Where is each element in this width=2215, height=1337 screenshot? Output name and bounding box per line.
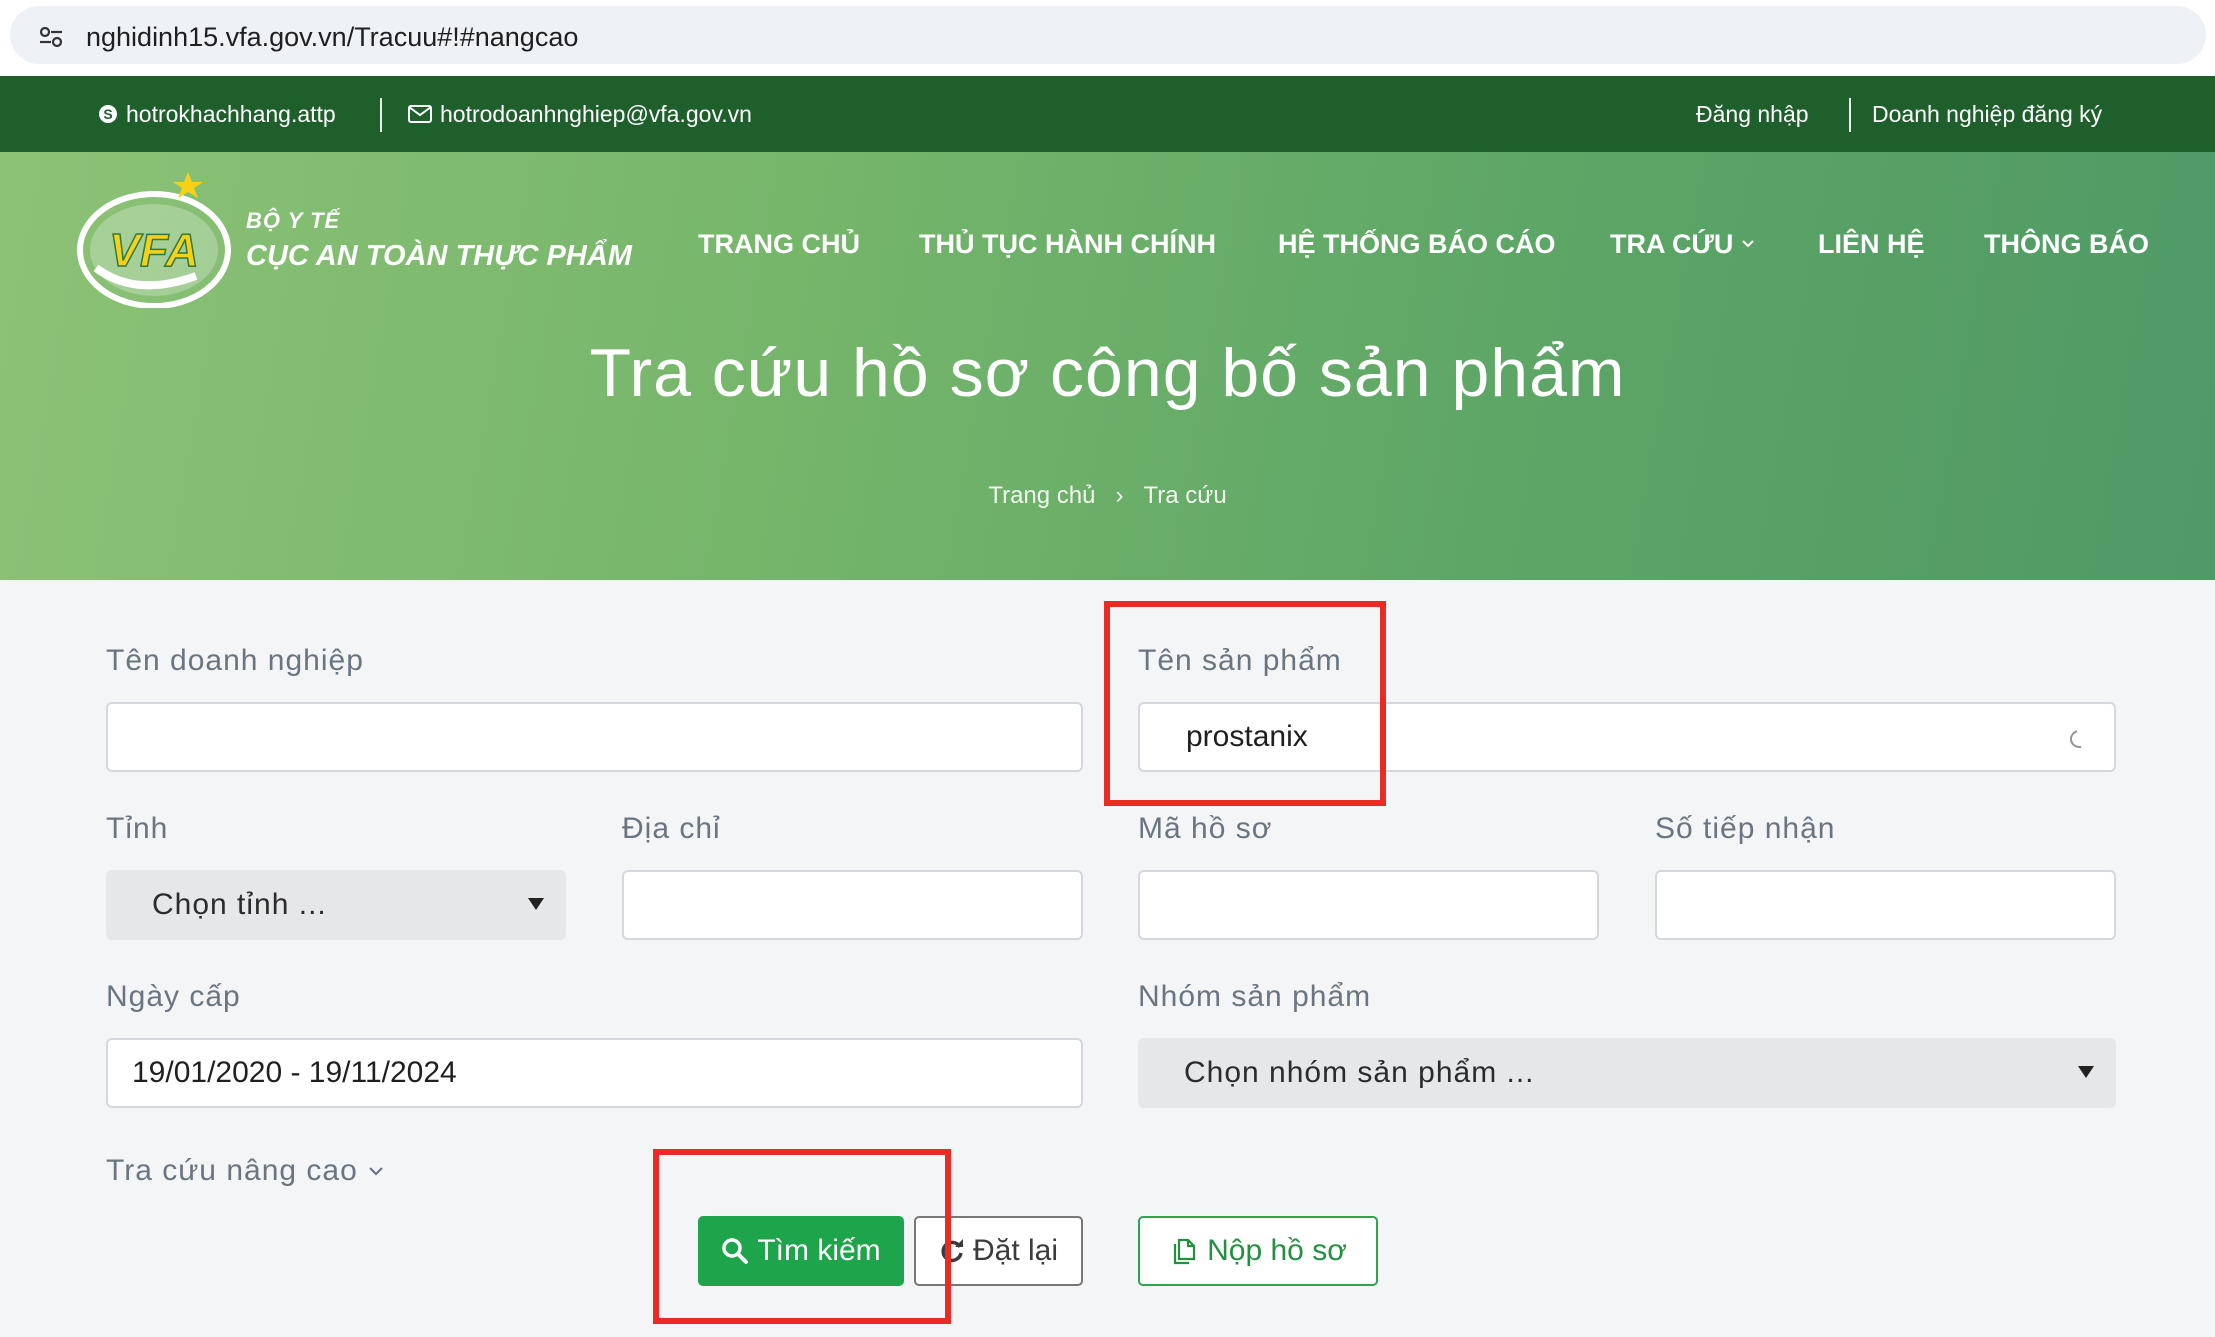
company-name-input[interactable] <box>106 702 1083 772</box>
nav-item-lookup[interactable]: TRA CỨU <box>1610 224 1755 264</box>
breadcrumb-current: Tra cứu <box>1143 482 1227 509</box>
advanced-search-toggle[interactable]: Tra cứu nâng cao <box>106 1154 384 1188</box>
nav-label: TRANG CHỦ <box>698 228 860 259</box>
nav-label: THỦ TỤC HÀNH CHÍNH <box>919 228 1216 259</box>
nav-label: THÔNG BÁO <box>1984 228 2149 259</box>
file-copy-icon <box>1174 1238 1196 1265</box>
breadcrumb-home[interactable]: Trang chủ <box>988 482 1095 509</box>
topbar-divider <box>380 98 382 132</box>
nav-label: LIÊN HỆ <box>1818 228 1925 259</box>
company-name-label: Tên doanh nghiệp <box>106 644 364 677</box>
reset-button-label: Đặt lại <box>972 1234 1059 1267</box>
address-input[interactable] <box>622 870 1083 940</box>
receipt-number-input[interactable] <box>1655 870 2116 940</box>
dropdown-caret-icon <box>528 898 544 910</box>
login-link[interactable]: Đăng nhập <box>1696 76 1809 152</box>
url-text: nghidinh15.vfa.gov.vn/Tracuu#!#nangcao <box>86 22 579 52</box>
issue-date-range-input[interactable]: 19/01/2020 - 19/11/2024 <box>106 1038 1083 1108</box>
issue-date-label: Ngày cấp <box>106 980 241 1013</box>
register-label: Doanh nghiệp đăng ký <box>1872 100 2103 127</box>
province-select[interactable]: Chọn tỉnh ... <box>106 870 566 940</box>
skype-icon: S <box>99 105 117 123</box>
nav-item-admin-procedures[interactable]: THỦ TỤC HÀNH CHÍNH <box>919 224 1216 264</box>
brand-subtitle: BỘ Y TẾ <box>246 208 341 233</box>
register-link[interactable]: Doanh nghiệp đăng ký <box>1872 76 2102 152</box>
vfa-logo[interactable]: VFA <box>76 168 236 308</box>
nav-label: TRA CỨU <box>1610 228 1734 259</box>
product-group-select[interactable]: Chọn nhóm sản phẩm ... <box>1138 1038 2116 1108</box>
province-selected: Chọn tỉnh ... <box>152 888 327 921</box>
highlight-box-product-name <box>1104 601 1386 806</box>
page-title: Tra cứu hồ sơ công bố sản phẩm <box>589 335 1626 411</box>
record-code-input[interactable] <box>1138 870 1599 940</box>
skype-contact[interactable]: S hotrokhachhang.attp <box>98 76 336 152</box>
product-group-selected: Chọn nhóm sản phẩm ... <box>1184 1056 1535 1089</box>
top-contact-bar: S hotrokhachhang.attp hotrodoanhnghiep@v… <box>0 76 2215 152</box>
chevron-down-icon <box>1742 240 1755 248</box>
loading-spinner-icon <box>2066 726 2092 752</box>
submit-dossier-button[interactable]: Nộp hồ sơ <box>1138 1216 1378 1286</box>
brand-name: CỤC AN TOÀN THỰC PHẨM <box>246 240 632 272</box>
nav-item-contact[interactable]: LIÊN HỆ <box>1818 224 1925 264</box>
breadcrumb: Trang chủ › Tra cứu <box>0 482 2215 510</box>
logo-text: VFA <box>109 224 198 276</box>
email-contact[interactable]: hotrodoanhnghiep@vfa.gov.vn <box>408 76 752 152</box>
browser-address-bar: nghidinh15.vfa.gov.vn/Tracuu#!#nangcao <box>0 0 2215 76</box>
page: nghidinh15.vfa.gov.vn/Tracuu#!#nangcao S… <box>0 0 2215 1337</box>
breadcrumb-separator: › <box>1115 482 1124 509</box>
receipt-number-label: Số tiếp nhận <box>1655 812 1836 845</box>
product-group-label: Nhóm sản phẩm <box>1138 980 1372 1013</box>
url-field[interactable]: nghidinh15.vfa.gov.vn/Tracuu#!#nangcao <box>10 6 2206 64</box>
nav-item-home[interactable]: TRANG CHỦ <box>698 224 860 264</box>
site-settings-icon[interactable] <box>38 24 64 50</box>
skype-text: hotrokhachhang.attp <box>126 100 336 127</box>
nav-item-notifications[interactable]: THÔNG BÁO <box>1984 224 2149 264</box>
svg-text:S: S <box>103 106 112 122</box>
nav-item-report-system[interactable]: HỆ THỐNG BÁO CÁO <box>1278 224 1556 264</box>
login-label: Đăng nhập <box>1696 100 1809 127</box>
mail-icon <box>408 105 432 123</box>
address-label: Địa chỉ <box>622 812 721 845</box>
submit-dossier-label: Nộp hồ sơ <box>1207 1234 1347 1267</box>
topbar-divider <box>1849 98 1851 132</box>
record-code-label: Mã hồ sơ <box>1138 812 1273 845</box>
hero-banner: VFA BỘ Y TẾ CỤC AN TOÀN THỰC PHẨM TRANG … <box>0 152 2215 580</box>
nav-label: HỆ THỐNG BÁO CÁO <box>1278 228 1556 259</box>
email-text: hotrodoanhnghiep@vfa.gov.vn <box>440 100 752 127</box>
highlight-box-search-button <box>653 1149 951 1324</box>
dropdown-caret-icon <box>2078 1066 2094 1078</box>
chevron-down-icon <box>369 1167 383 1176</box>
province-label: Tỉnh <box>106 812 169 845</box>
advanced-search-label: Tra cứu nâng cao <box>106 1154 358 1187</box>
